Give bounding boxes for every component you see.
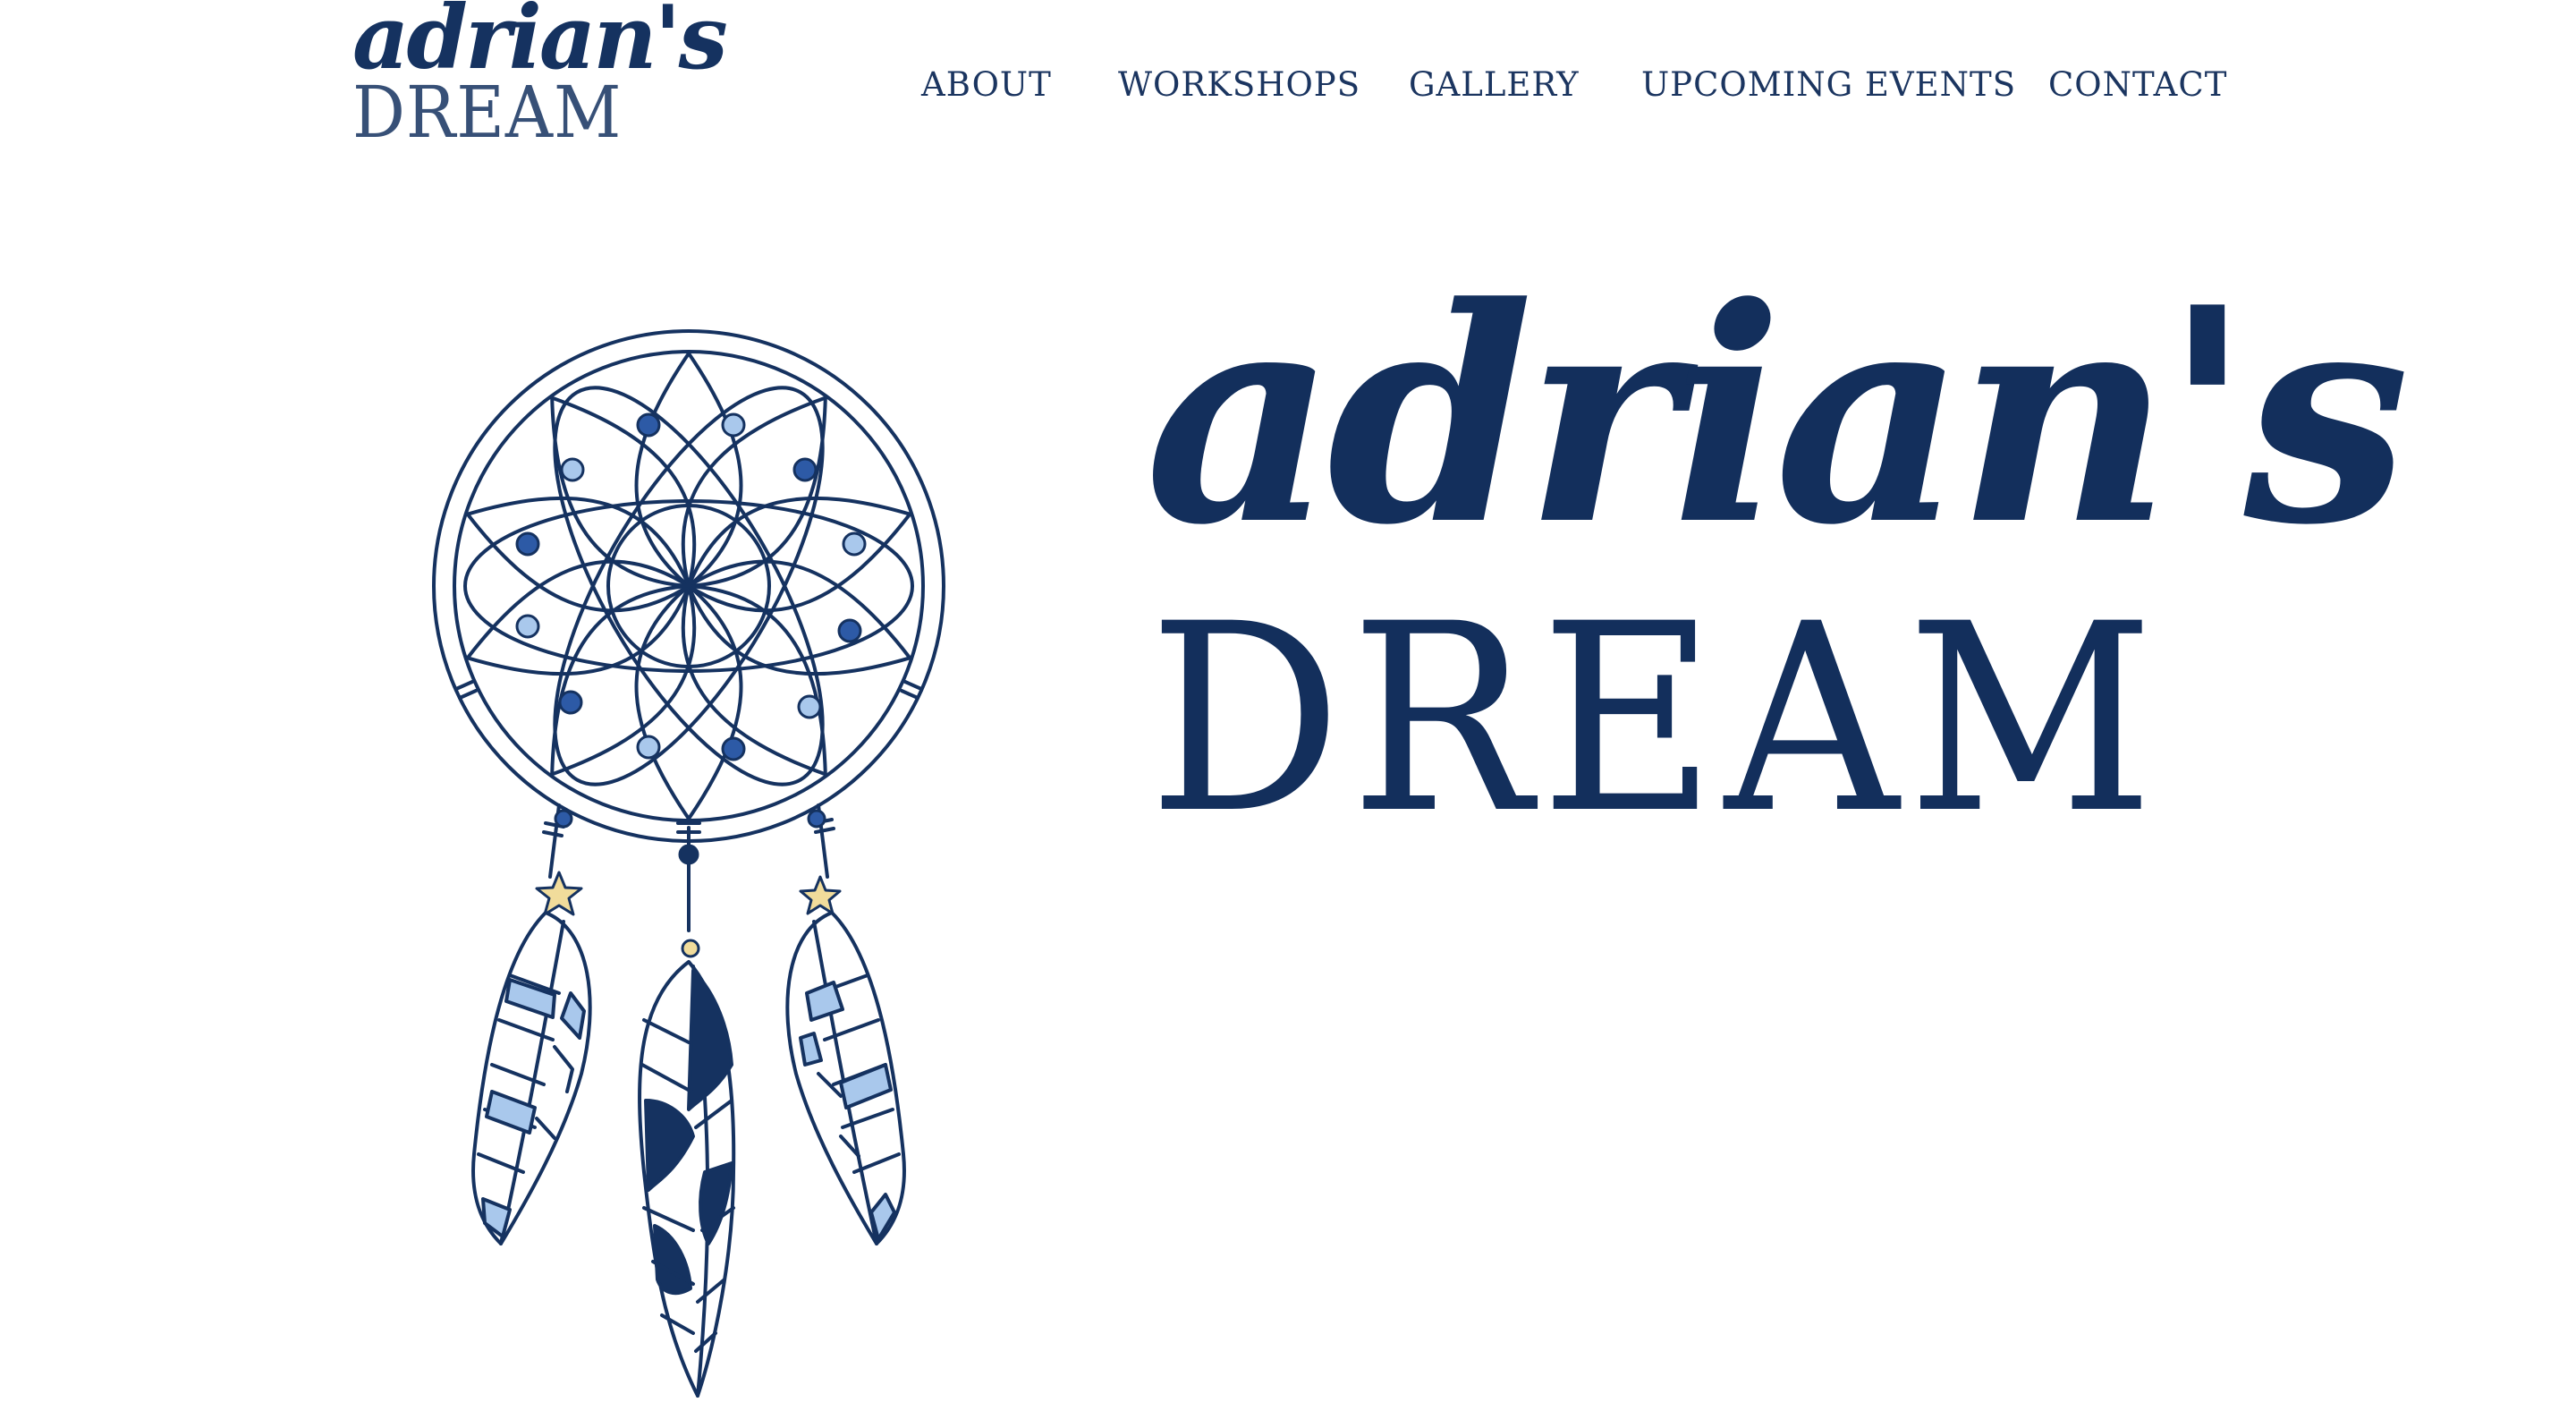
nav-about[interactable]: ABOUT bbox=[921, 64, 1052, 106]
dreamcatcher-icon bbox=[420, 313, 957, 1414]
site-logo[interactable]: adrian's DREAM bbox=[349, 0, 728, 157]
nav-gallery[interactable]: GALLERY bbox=[1409, 64, 1580, 106]
site-header: adrian's DREAM ABOUT WORKSHOPS GALLERY U… bbox=[0, 0, 2576, 170]
hero-title-script: adrian's bbox=[1145, 242, 2410, 590]
nav-upcoming-events[interactable]: UPCOMING EVENTS bbox=[1641, 64, 2016, 106]
hero-title-caps: DREAM bbox=[1148, 569, 2163, 871]
nav-workshops[interactable]: WORKSHOPS bbox=[1118, 64, 1360, 106]
logo-caps-text: DREAM bbox=[352, 71, 623, 154]
hero-title: adrian's DREAM bbox=[1145, 268, 2410, 871]
nav-contact[interactable]: CONTACT bbox=[2048, 64, 2227, 106]
